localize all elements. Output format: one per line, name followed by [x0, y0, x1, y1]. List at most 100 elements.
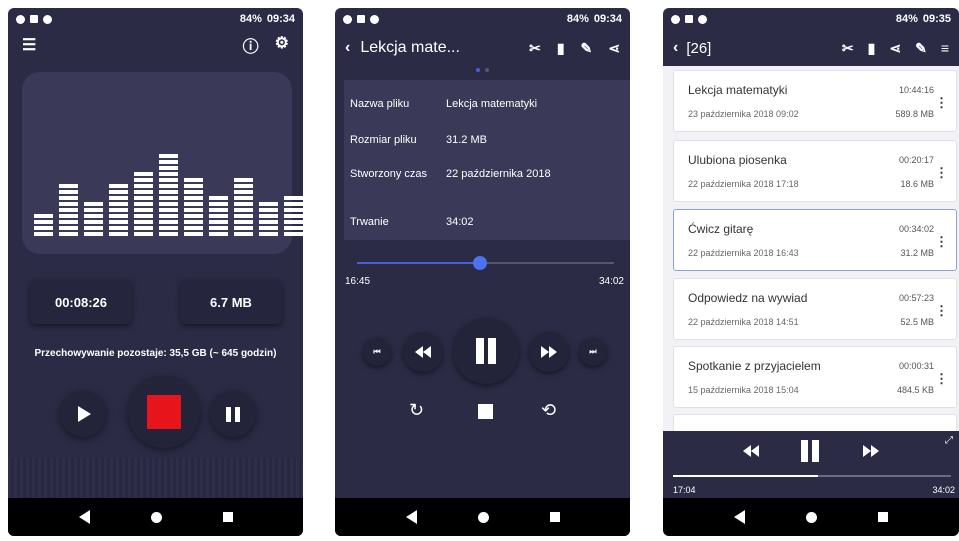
more-vert-icon[interactable]: ⋮ [935, 303, 948, 319]
fast-forward-icon [541, 346, 557, 358]
visualizer-bar [34, 214, 53, 236]
visualizer-bar [134, 172, 153, 236]
detail-row: Nazwa pliku Lekcja matematyki [350, 98, 538, 110]
stop-icon [147, 395, 181, 429]
battery-label: 84% [566, 13, 589, 25]
back-icon[interactable] [405, 510, 417, 524]
menu-icon[interactable]: ≡ [941, 40, 949, 57]
list-item-selected[interactable]: Ćwicz gitarę 22 października 2018 16:43 … [673, 209, 957, 271]
list-item[interactable]: Odpowiedz na wywiad 22 października 2018… [673, 278, 957, 340]
skip-next-icon: ⏭ [589, 347, 597, 356]
page-indicator [335, 68, 630, 72]
current-position: 16:45 [345, 276, 371, 287]
pause-button[interactable] [210, 391, 256, 437]
visualizer-bar [109, 184, 128, 236]
pause-icon [476, 338, 496, 364]
audio-visualizer [22, 72, 303, 254]
visualizer-bar [234, 178, 253, 236]
notification-icon [357, 15, 365, 23]
play-button[interactable] [60, 391, 106, 437]
total-duration: 34:02 [598, 276, 624, 287]
fast-forward-icon [863, 445, 879, 457]
notification-icon [43, 14, 52, 24]
more-vert-icon[interactable]: ⋮ [935, 371, 948, 387]
page-title: [26] [686, 39, 712, 57]
stop-button[interactable] [478, 404, 493, 419]
back-arrow-icon[interactable]: ‹ [345, 39, 350, 57]
rewind-button[interactable] [743, 445, 759, 457]
stop-icon [478, 404, 493, 419]
skip-next-button[interactable]: ⏭ [579, 338, 607, 366]
visualizer-bar [184, 178, 203, 236]
seek-bar-fill [357, 262, 481, 264]
skip-previous-button[interactable]: ⏮ [363, 338, 391, 366]
expand-icon[interactable]: ⤢ [945, 435, 953, 446]
scissors-icon[interactable]: ✂ [842, 40, 854, 57]
home-icon[interactable] [150, 511, 162, 523]
visualizer-bar [84, 202, 103, 236]
fast-forward-button[interactable] [529, 332, 569, 372]
elapsed-time: 00:08:26 [30, 280, 132, 324]
mini-player: ⤢ 17:04 34:02 [663, 431, 959, 498]
share-icon[interactable]: ⋖ [889, 40, 901, 57]
back-icon[interactable] [78, 510, 90, 524]
more-vert-icon[interactable]: ⋮ [935, 234, 948, 250]
system-nav-bar [8, 498, 303, 536]
visualizer-bar [159, 154, 178, 236]
visualizer-bar [284, 196, 303, 236]
trash-icon[interactable]: ▮ [868, 40, 876, 57]
replay-icon[interactable]: ↻ [409, 400, 424, 421]
share-icon[interactable]: ⋖ [608, 40, 620, 57]
pause-button[interactable] [801, 440, 819, 462]
recents-icon[interactable] [222, 512, 233, 522]
info-icon[interactable]: ⓘ [243, 33, 259, 57]
more-vert-icon[interactable]: ⋮ [935, 165, 948, 181]
list-item[interactable]: Ulubiona piosenka 22 października 2018 1… [673, 140, 957, 202]
pencil-icon[interactable]: ✎ [581, 40, 593, 57]
recents-icon[interactable] [878, 512, 889, 522]
pause-icon [801, 440, 819, 462]
visualizer-bars [34, 154, 303, 236]
skip-previous-icon: ⏮ [373, 347, 381, 356]
scissors-icon[interactable]: ✂ [529, 40, 541, 57]
list-item[interactable]: Spotkanie z przyjacielem 15 października… [673, 346, 957, 408]
detail-row: Stworzony czas 22 października 2018 [350, 168, 551, 180]
list-item[interactable]: Lekcja matematyki 23 października 2018 0… [673, 70, 957, 132]
player-screen: 84% 09:34 ‹ Lekcja mate... ✂ ▮ ✎ ⋖ Nazwa … [335, 8, 630, 536]
page-title: Lekcja mate... [360, 39, 460, 56]
total-duration: 34:02 [932, 485, 955, 495]
pause-button[interactable] [453, 318, 519, 384]
clock: 09:34 [266, 13, 295, 25]
notification-icon [343, 14, 352, 24]
list-icon[interactable]: ☰ [22, 35, 36, 55]
fast-forward-button[interactable] [863, 445, 879, 457]
back-arrow-icon[interactable]: ‹ [673, 39, 678, 57]
gear-icon[interactable]: ⚙ [275, 33, 289, 57]
home-icon[interactable] [477, 511, 489, 523]
notification-icon [671, 14, 680, 24]
clock: 09:34 [593, 13, 622, 25]
repeat-icon[interactable]: ⟲ [541, 400, 556, 421]
more-vert-icon[interactable]: ⋮ [935, 95, 948, 111]
system-nav-bar [335, 498, 630, 536]
stop-record-button[interactable] [128, 376, 200, 448]
recents-icon[interactable] [549, 512, 560, 522]
visualizer-bar [209, 196, 228, 236]
back-icon[interactable] [733, 510, 745, 524]
trash-icon[interactable]: ▮ [557, 40, 565, 57]
pencil-icon[interactable]: ✎ [915, 40, 927, 57]
rewind-button[interactable] [403, 332, 443, 372]
status-bar: 84% 09:35 [663, 8, 959, 30]
seek-bar[interactable] [357, 256, 614, 270]
seek-bar[interactable] [673, 475, 951, 477]
seek-handle[interactable] [473, 256, 488, 270]
visualizer-bar [59, 184, 78, 236]
play-icon [78, 406, 91, 422]
system-nav-bar [663, 498, 959, 536]
notification-icon [16, 14, 25, 24]
file-details: Nazwa pliku Lekcja matematyki Rozmiar pli… [344, 80, 630, 240]
home-icon[interactable] [805, 511, 817, 523]
notification-icon [698, 14, 707, 24]
notification-icon [370, 14, 379, 24]
battery-label: 84% [895, 13, 918, 25]
